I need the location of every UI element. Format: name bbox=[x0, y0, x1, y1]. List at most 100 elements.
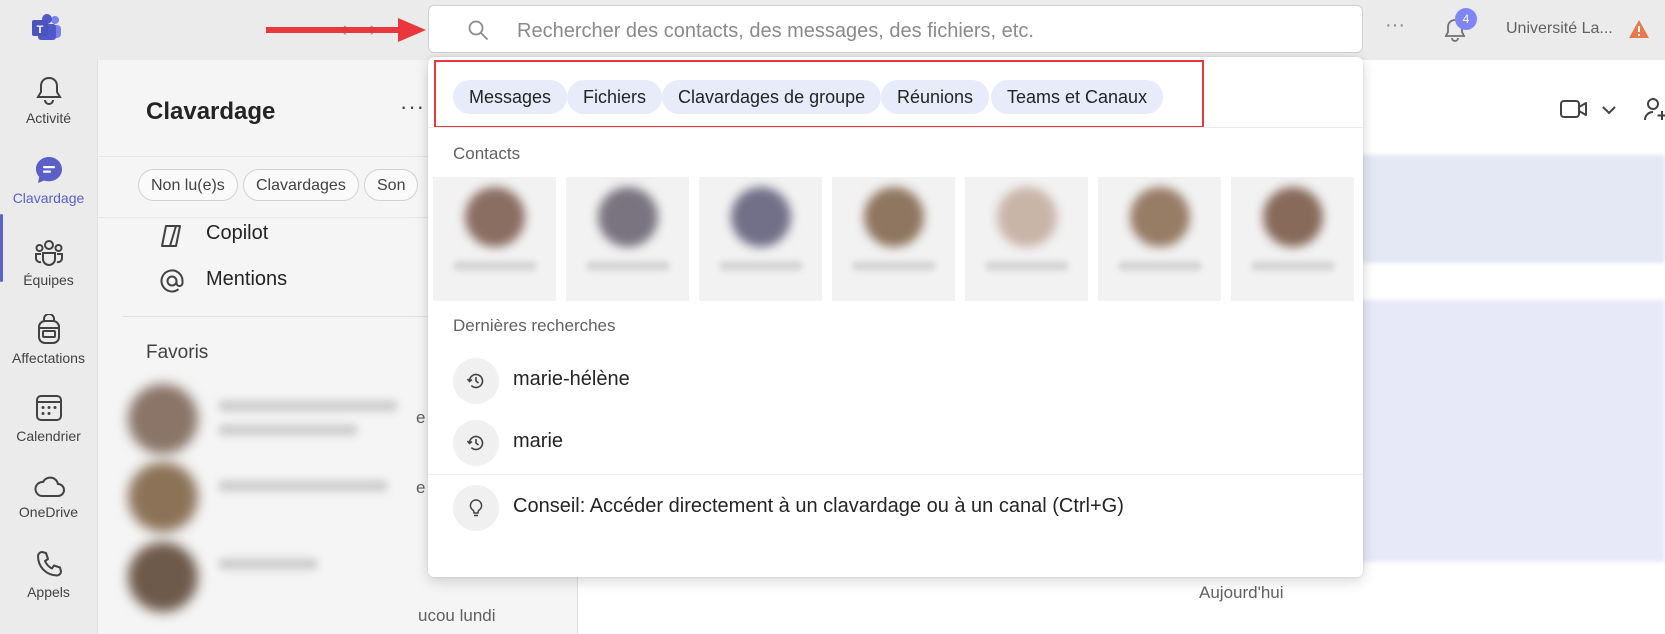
contact-tile[interactable] bbox=[566, 177, 689, 301]
avatar bbox=[465, 187, 525, 247]
rail-label: OneDrive bbox=[18, 504, 79, 520]
blurred-text bbox=[586, 261, 670, 271]
more-options-icon[interactable]: ··· bbox=[400, 94, 425, 120]
search-tip: Conseil: Accéder directement à un clavar… bbox=[428, 478, 1363, 538]
chat-preview-fragment: e bbox=[416, 478, 426, 497]
recent-search-item[interactable]: marie-hélène bbox=[428, 351, 1363, 411]
rail-label: Équipes bbox=[23, 272, 74, 288]
lightbulb-icon bbox=[469, 499, 483, 517]
video-call-icon[interactable] bbox=[1560, 98, 1588, 120]
search-dropdown: Messages Fichiers Clavardages de groupe … bbox=[428, 57, 1363, 577]
scope-messages[interactable]: Messages bbox=[453, 80, 568, 114]
app-rail: Activité Clavardage Équipes Affectations bbox=[0, 60, 98, 634]
blurred-text bbox=[218, 480, 388, 492]
more-options-icon[interactable]: ··· bbox=[1385, 14, 1405, 37]
blurred-text bbox=[719, 261, 803, 271]
search-input[interactable] bbox=[515, 16, 1339, 46]
filter-meetings[interactable]: Son bbox=[364, 169, 419, 201]
chevron-down-icon[interactable] bbox=[1601, 104, 1617, 116]
contact-tile[interactable] bbox=[832, 177, 955, 301]
mention-icon bbox=[160, 269, 184, 293]
chat-preview-fragment: ucou lundi bbox=[418, 606, 496, 625]
filter-unread[interactable]: Non lu(e)s bbox=[138, 169, 238, 201]
dropdown-divider bbox=[428, 474, 1363, 475]
history-icon bbox=[466, 373, 484, 389]
search-icon bbox=[468, 20, 488, 40]
blurred-text bbox=[218, 424, 358, 436]
rail-label: Clavardage bbox=[12, 190, 85, 206]
rail-label: Affectations bbox=[12, 350, 85, 366]
backpack-icon bbox=[37, 314, 60, 344]
blurred-text bbox=[1251, 261, 1335, 271]
search-box[interactable] bbox=[428, 5, 1363, 53]
copilot-icon bbox=[161, 225, 181, 247]
contacts-heading: Contacts bbox=[453, 144, 521, 163]
contact-tile[interactable] bbox=[699, 177, 822, 301]
date-divider: Aujourd'hui bbox=[1199, 583, 1284, 602]
scope-files[interactable]: Fichiers bbox=[567, 80, 663, 114]
annotation-red-arrow bbox=[266, 18, 426, 42]
avatar bbox=[864, 187, 924, 247]
filter-chats[interactable]: Clavardages bbox=[243, 169, 359, 201]
avatar bbox=[128, 384, 198, 454]
recent-search-item[interactable]: marie bbox=[428, 413, 1363, 473]
copilot-link[interactable]: Copilot bbox=[206, 222, 268, 245]
rail-item-chat[interactable]: Clavardage bbox=[0, 154, 97, 206]
rail-item-teams[interactable]: Équipes bbox=[0, 236, 97, 288]
svg-text:T: T bbox=[37, 24, 44, 36]
rail-item-onedrive[interactable]: OneDrive bbox=[0, 472, 97, 520]
recent-search-text: marie-hélène bbox=[513, 368, 630, 390]
scope-teams-channels[interactable]: Teams et Canaux bbox=[991, 80, 1164, 114]
recent-search-text: marie bbox=[513, 430, 564, 452]
blurred-text bbox=[1118, 261, 1202, 271]
phone-icon bbox=[36, 551, 62, 577]
scope-meetings[interactable]: Réunions bbox=[881, 80, 990, 114]
rail-item-assignments[interactable]: Affectations bbox=[0, 314, 97, 366]
page-title: Clavardage bbox=[146, 98, 276, 125]
favorite-chat-item[interactable] bbox=[128, 456, 428, 536]
blurred-text bbox=[985, 261, 1069, 271]
avatar bbox=[1263, 187, 1323, 247]
lightbulb-icon-wrap bbox=[453, 485, 499, 531]
notification-badge: 4 bbox=[1455, 8, 1477, 30]
contact-tile[interactable] bbox=[1098, 177, 1221, 301]
history-icon-wrap bbox=[453, 420, 499, 466]
favorite-chat-item[interactable] bbox=[128, 536, 428, 616]
scope-group-chats[interactable]: Clavardages de groupe bbox=[662, 80, 882, 114]
avatar bbox=[1130, 187, 1190, 247]
dropdown-divider bbox=[428, 127, 1363, 128]
blurred-text bbox=[218, 558, 318, 570]
warning-icon[interactable] bbox=[1628, 18, 1650, 40]
organization-name[interactable]: Université La... bbox=[1506, 20, 1613, 38]
contact-tile[interactable] bbox=[965, 177, 1088, 301]
contact-tile[interactable] bbox=[433, 177, 556, 301]
blurred-text bbox=[218, 400, 398, 412]
rail-label: Activité bbox=[25, 110, 72, 126]
favorites-heading: Favoris bbox=[146, 342, 209, 363]
history-icon-wrap bbox=[453, 358, 499, 404]
avatar bbox=[128, 542, 198, 612]
rail-label: Calendrier bbox=[16, 428, 81, 444]
rail-item-calls[interactable]: Appels bbox=[0, 548, 97, 600]
teams-icon bbox=[34, 240, 63, 266]
rail-item-calendar[interactable]: Calendrier bbox=[0, 392, 97, 444]
bell-icon bbox=[35, 76, 62, 106]
chat-preview-fragment: e bbox=[416, 408, 426, 427]
blurred-text bbox=[453, 261, 537, 271]
contact-tile[interactable] bbox=[1231, 177, 1354, 301]
rail-label: Appels bbox=[27, 584, 70, 600]
add-people-icon[interactable] bbox=[1644, 96, 1665, 122]
avatar bbox=[731, 187, 791, 247]
rail-item-activity[interactable]: Activité bbox=[0, 74, 97, 126]
teams-logo-icon[interactable]: T bbox=[30, 14, 62, 42]
scope-highlight-box: Messages Fichiers Clavardages de groupe … bbox=[434, 60, 1204, 128]
calendar-icon bbox=[35, 395, 62, 421]
cloud-icon bbox=[34, 476, 65, 497]
avatar bbox=[128, 462, 198, 532]
recent-searches-heading: Dernières recherches bbox=[453, 316, 616, 335]
tip-text: Conseil: Accéder directement à un clavar… bbox=[513, 495, 1124, 517]
avatar bbox=[997, 187, 1057, 247]
mentions-link[interactable]: Mentions bbox=[206, 268, 287, 291]
favorite-chat-item[interactable] bbox=[128, 378, 428, 458]
avatar bbox=[598, 187, 658, 247]
